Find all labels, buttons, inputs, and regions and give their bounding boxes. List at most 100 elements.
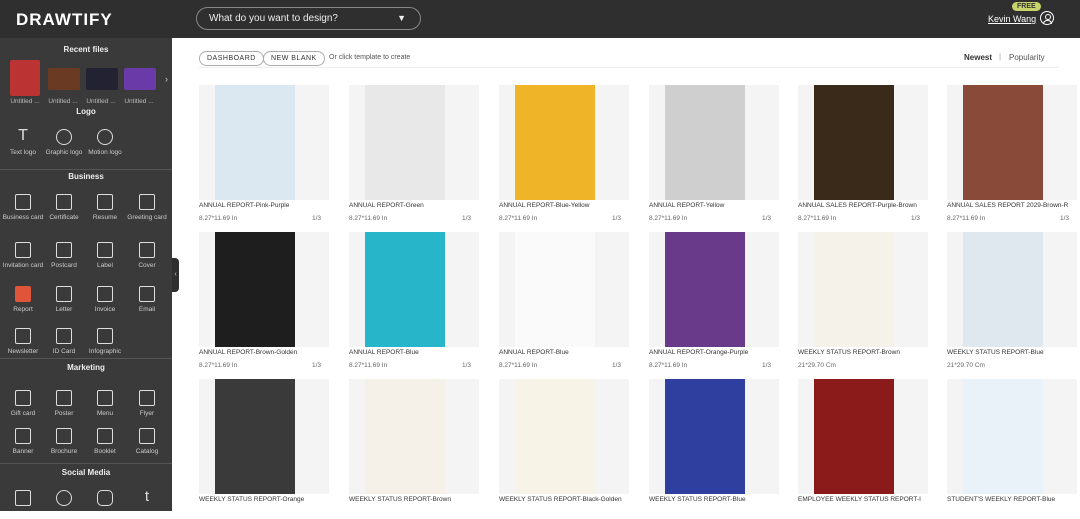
template-thumbnail[interactable] [349, 232, 479, 347]
template-card[interactable]: WEEKLY STATUS REPORT-Black-Golden [499, 379, 629, 519]
collapse-sidebar-handle[interactable]: ‹ [172, 258, 179, 292]
category-id-card[interactable]: ID Card [43, 328, 85, 355]
template-card[interactable]: ANNUAL REPORT-Green 8.27*11.69 In 1/3 [349, 85, 479, 225]
template-page-preview [515, 232, 595, 347]
facebook-icon [15, 490, 31, 506]
template-size: 8.27*11.69 In [499, 215, 538, 222]
template-card[interactable]: ANNUAL REPORT-Yellow 8.27*11.69 In 1/3 [649, 85, 779, 225]
category-greeting-card[interactable]: Greeting card [126, 194, 168, 221]
recent-file-label: Untitled ... [10, 98, 40, 105]
aperture-icon [56, 129, 72, 145]
template-thumbnail[interactable] [349, 379, 479, 494]
create-hint: Or click template to create [329, 54, 411, 61]
template-card[interactable]: WEEKLY STATUS REPORT-Brown [349, 379, 479, 519]
template-card[interactable]: WEEKLY STATUS REPORT-Blue [649, 379, 779, 519]
template-thumbnail[interactable] [649, 232, 779, 347]
divider [0, 358, 172, 359]
category-cover[interactable]: Cover [126, 242, 168, 269]
dashboard-button[interactable]: DASHBOARD [199, 51, 264, 66]
category-resume[interactable]: Resume [84, 194, 126, 221]
plan-badge: FREE [1012, 2, 1041, 11]
template-thumbnail[interactable] [199, 85, 329, 200]
category-letter[interactable]: Letter [43, 286, 85, 313]
template-card[interactable]: ANNUAL REPORT-Orange-Purple 8.27*11.69 In… [649, 232, 779, 372]
template-card[interactable]: ANNUAL REPORT-Blue-Yellow 8.27*11.69 In 1/… [499, 85, 629, 225]
category-brochure[interactable]: Brochure [43, 428, 85, 455]
template-name: ANNUAL REPORT-Blue-Yellow [499, 202, 590, 209]
category-text-logo[interactable]: T Text logo [2, 127, 44, 157]
template-card[interactable]: STUDENT'S WEEKLY REPORT-Blue [947, 379, 1077, 519]
category-booklet[interactable]: Booklet [84, 428, 126, 455]
template-thumbnail[interactable] [798, 379, 928, 494]
template-thumbnail[interactable] [947, 85, 1077, 200]
category-report[interactable]: Report [2, 286, 44, 313]
template-page-preview [515, 85, 595, 200]
template-name: WEEKLY STATUS REPORT-Black-Golden [499, 496, 622, 503]
category-postcard[interactable]: Postcard [43, 242, 85, 269]
template-thumbnail[interactable] [649, 379, 779, 494]
template-card[interactable]: WEEKLY STATUS REPORT-Orange [199, 379, 329, 519]
category-catalog[interactable]: Catalog [126, 428, 168, 455]
template-thumbnail[interactable] [649, 85, 779, 200]
category-motion-logo[interactable]: Motion logo [84, 129, 126, 156]
template-thumbnail[interactable] [947, 379, 1077, 494]
category-invoice[interactable]: Invoice [84, 286, 126, 313]
category-menu[interactable]: Menu [84, 390, 126, 417]
category-invitation-card[interactable]: Invitation card [2, 242, 44, 269]
template-thumbnail[interactable] [798, 85, 928, 200]
category-instagram[interactable] [84, 490, 126, 510]
template-size: 21*29.70 Cm [798, 362, 836, 369]
new-blank-button[interactable]: NEW BLANK [263, 51, 325, 66]
category-certificate[interactable]: Certificate [43, 194, 85, 221]
template-thumbnail[interactable] [199, 379, 329, 494]
template-card[interactable]: WEEKLY STATUS REPORT-Blue 21*29.70 Cm [947, 232, 1077, 372]
category-flyer[interactable]: Flyer [126, 390, 168, 417]
recent-file-thumb[interactable] [86, 68, 118, 90]
sort-newest[interactable]: Newest [964, 53, 992, 62]
chevron-right-icon[interactable]: › [165, 74, 168, 84]
recent-file-thumb[interactable] [124, 68, 156, 90]
template-card[interactable]: ANNUAL REPORT-Blue 8.27*11.69 In 1/3 [349, 232, 479, 372]
category-gift-card[interactable]: Gift card [2, 390, 44, 417]
category-twitter[interactable] [43, 490, 85, 510]
template-thumbnail[interactable] [499, 232, 629, 347]
template-card[interactable]: ANNUAL REPORT-Pink-Purple 8.27*11.69 In 1/… [199, 85, 329, 225]
template-thumbnail[interactable] [947, 232, 1077, 347]
recent-file-thumb[interactable] [10, 60, 40, 96]
category-tumblr[interactable]: t [126, 489, 168, 510]
category-business-card[interactable]: Business card [2, 194, 44, 221]
recent-file-label: Untitled ... [124, 98, 154, 105]
category-label[interactable]: Label [84, 242, 126, 269]
menu-icon [97, 390, 113, 406]
template-thumbnail[interactable] [798, 232, 928, 347]
sort-popularity[interactable]: Popularity [1009, 53, 1045, 62]
category-email[interactable]: Email [126, 286, 168, 313]
template-page-count: 1/3 [311, 362, 321, 369]
template-thumbnail[interactable] [349, 85, 479, 200]
template-card[interactable]: WEEKLY STATUS REPORT-Brown 21*29.70 Cm [798, 232, 928, 372]
app-logo[interactable]: DRAWTIFY [16, 10, 113, 30]
template-card[interactable]: EMPLOYEE WEEKLY STATUS REPORT-I [798, 379, 928, 519]
category-infographic[interactable]: Infographic [84, 328, 126, 355]
newsletter-icon [15, 328, 31, 344]
template-thumbnail[interactable] [499, 85, 629, 200]
category-newsletter[interactable]: Newsletter [2, 328, 44, 355]
template-page-preview [365, 379, 445, 494]
text-t-icon: T [18, 127, 28, 144]
template-card[interactable]: ANNUAL SALES REPORT-Purple-Brown 8.27*11.… [798, 85, 928, 225]
username-link[interactable]: Kevin Wang [988, 14, 1036, 24]
template-name: ANNUAL REPORT-Blue [499, 349, 569, 356]
category-facebook[interactable] [2, 490, 44, 510]
category-poster[interactable]: Poster [43, 390, 85, 417]
template-card[interactable]: ANNUAL REPORT-Brown-Golden 8.27*11.69 In 1… [199, 232, 329, 372]
template-thumbnail[interactable] [499, 379, 629, 494]
category-banner[interactable]: Banner [2, 428, 44, 455]
template-card[interactable]: ANNUAL REPORT-Blue 8.27*11.69 In 1/3 [499, 232, 629, 372]
recent-file-thumb[interactable] [48, 68, 80, 90]
category-graphic-logo[interactable]: Graphic logo [43, 129, 85, 156]
template-thumbnail[interactable] [199, 232, 329, 347]
template-card[interactable]: ANNUAL SALES REPORT 2029-Brown-R 8.27*11.… [947, 85, 1077, 225]
template-size: 8.27*11.69 In [499, 362, 538, 369]
user-account-icon[interactable] [1040, 11, 1054, 25]
design-search-dropdown[interactable]: What do you want to design? ▼ [196, 7, 421, 30]
